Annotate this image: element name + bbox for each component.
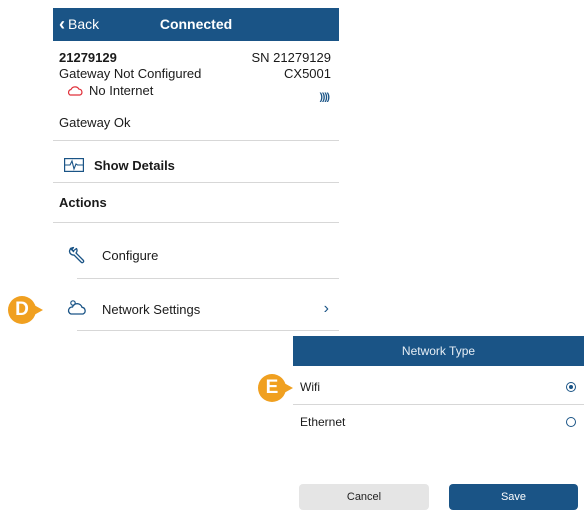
network-settings-button[interactable]: Network Settings › [53, 289, 339, 329]
divider [77, 330, 339, 331]
gateway-status: Gateway Ok [59, 115, 131, 130]
device-model: CX5001 [284, 66, 331, 81]
divider [53, 182, 339, 183]
configure-button[interactable]: Configure [53, 235, 339, 275]
configure-label: Configure [102, 247, 159, 263]
cloud-settings-icon [67, 300, 86, 315]
actions-heading: Actions [59, 195, 107, 210]
ethernet-label: Ethernet [300, 415, 346, 429]
save-button[interactable]: Save [449, 484, 578, 510]
top-navbar: ‹ Back Connected [53, 8, 339, 41]
device-id: 21279129 [59, 50, 117, 65]
callout-marker-e: E [258, 374, 293, 402]
network-settings-label: Network Settings [102, 301, 201, 317]
internet-status: No Internet [67, 83, 153, 98]
show-details-label: Show Details [94, 157, 175, 173]
ethernet-radio[interactable] [566, 417, 576, 427]
wrench-icon [68, 246, 85, 264]
wifi-label: Wifi [300, 380, 320, 394]
device-panel: ‹ Back Connected 21279129 SN 21279129 Ga… [53, 0, 339, 332]
chevron-right-icon: › [323, 300, 329, 317]
divider [53, 140, 339, 141]
divider [77, 278, 339, 279]
internet-label: No Internet [89, 83, 154, 98]
divider [53, 222, 339, 223]
page-title: Connected [159, 16, 233, 32]
device-serial: SN 21279129 [251, 50, 331, 65]
pulse-chart-icon [64, 158, 84, 172]
divider [293, 404, 584, 405]
callout-marker-d: D [8, 296, 43, 324]
signal-icon: )))) [319, 92, 330, 103]
wifi-radio[interactable] [566, 382, 576, 392]
network-option-wifi[interactable]: Wifi [293, 372, 584, 402]
show-details-button[interactable]: Show Details [53, 148, 339, 182]
network-type-dialog: Network Type Wifi Ethernet Cancel Save [293, 336, 584, 512]
device-status: Gateway Not Configured [59, 66, 202, 81]
network-option-ethernet[interactable]: Ethernet [293, 407, 584, 437]
cloud-alert-icon [67, 85, 83, 96]
cancel-button[interactable]: Cancel [299, 484, 429, 510]
network-type-title: Network Type [293, 336, 584, 366]
